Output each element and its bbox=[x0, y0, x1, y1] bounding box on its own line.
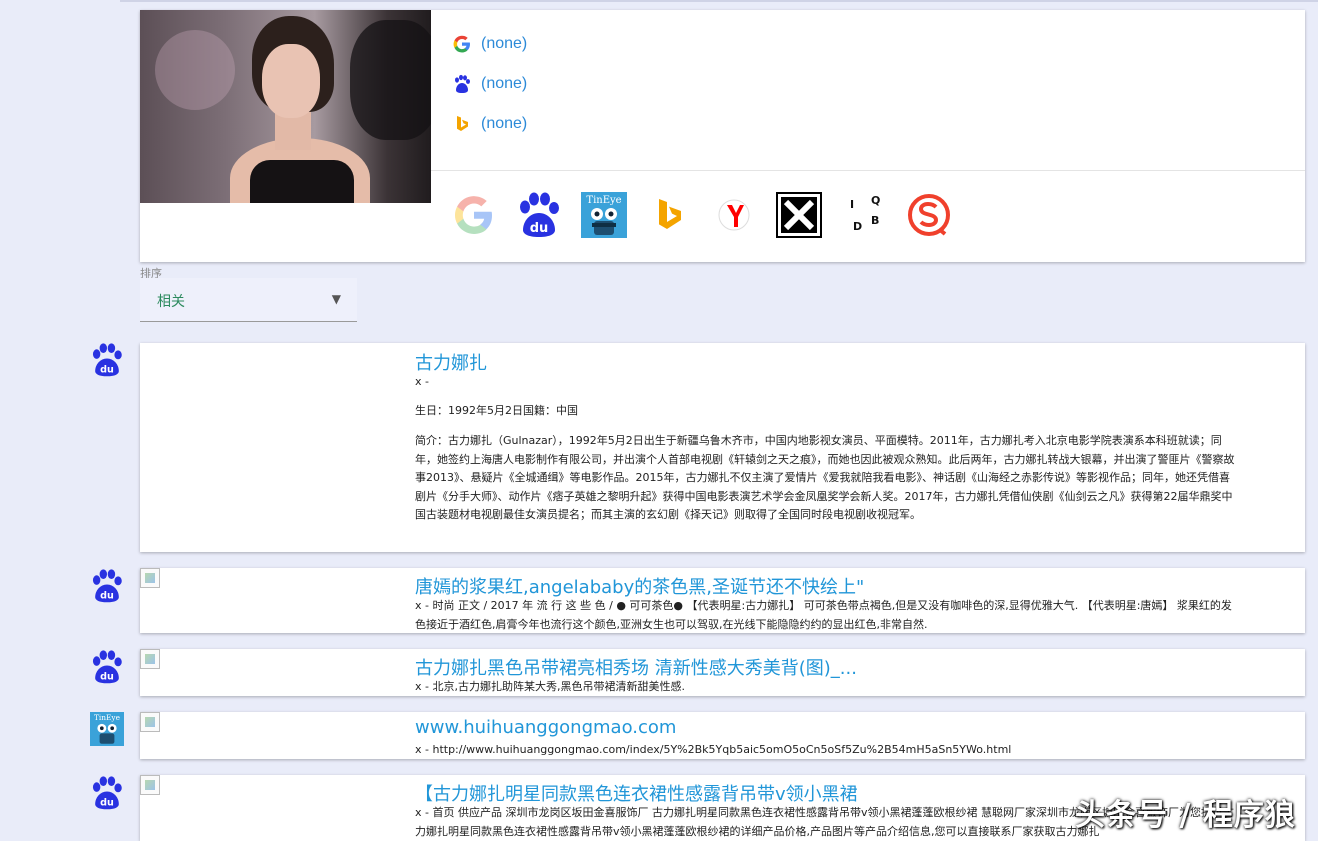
baidu-icon: du bbox=[90, 569, 124, 603]
broken-image-icon[interactable] bbox=[140, 712, 160, 732]
google-icon bbox=[451, 33, 473, 55]
baidu-logo-text: du bbox=[530, 221, 549, 236]
baidu-icon: du bbox=[90, 776, 124, 810]
baidu-logo-text: du bbox=[100, 365, 114, 376]
result-card: 古力娜扎 x - 生日：1992年5月2日国籍：中国 简介：古力娜扎（Gulna… bbox=[140, 343, 1305, 552]
result-meta: 生日：1992年5月2日国籍：中国 bbox=[415, 404, 578, 417]
engine-row-baidu: (none) bbox=[451, 73, 527, 95]
broken-image-icon[interactable] bbox=[140, 649, 160, 669]
engine-row-google: (none) bbox=[451, 33, 527, 55]
karma-decay-logo-icon[interactable] bbox=[776, 192, 822, 238]
baidu-logo-icon[interactable]: du bbox=[516, 192, 562, 238]
result-title[interactable]: 古力娜扎黑色吊带裙亮相秀场 清新性感大秀美背(图)_... bbox=[415, 654, 857, 680]
bing-icon bbox=[451, 113, 473, 135]
result-source: x - bbox=[415, 375, 429, 388]
baidu-logo-text: du bbox=[100, 591, 114, 602]
tineye-logo-icon[interactable]: TinEye bbox=[581, 192, 627, 238]
bing-result-link[interactable]: (none) bbox=[481, 115, 527, 133]
tineye-icon: TinEye bbox=[90, 712, 124, 746]
broken-image-icon[interactable] bbox=[140, 568, 160, 588]
tineye-logo-text: TinEye bbox=[94, 713, 120, 722]
iqdb-letter-d: D bbox=[853, 220, 862, 233]
result-description: x - 时尚 正文 / 2017 年 流 行 这 些 色 / ● 可可茶色● 【… bbox=[415, 599, 1232, 631]
google-result-link[interactable]: (none) bbox=[481, 35, 527, 53]
query-image[interactable] bbox=[140, 10, 431, 203]
result-card: www.huihuanggongmao.com x - http://www.h… bbox=[140, 712, 1305, 759]
baidu-icon: du bbox=[90, 343, 124, 377]
broken-image-icon[interactable] bbox=[140, 775, 160, 795]
baidu-logo-text: du bbox=[100, 798, 114, 809]
baidu-logo-text: du bbox=[100, 672, 114, 683]
divider bbox=[431, 170, 1305, 171]
result-title[interactable]: 【古力娜扎明星同款黑色连衣裙性感露背吊带v领小黑裙 bbox=[415, 780, 858, 806]
result-description: x - http://www.huihuanggongmao.com/index… bbox=[415, 743, 1012, 756]
sort-select[interactable]: 相关 ▼ bbox=[140, 278, 357, 322]
result-description: x - 北京,古力娜扎助阵某大秀,黑色吊带裙清新甜美性感. bbox=[415, 680, 685, 693]
yandex-logo-icon[interactable] bbox=[711, 192, 757, 238]
watermark: 头条号 / 程序狼 bbox=[1075, 798, 1296, 833]
tineye-logo-text: TinEye bbox=[586, 195, 621, 206]
top-border bbox=[120, 0, 1318, 2]
baidu-icon bbox=[451, 73, 473, 95]
baidu-result-link[interactable]: (none) bbox=[481, 75, 527, 93]
result-card: 唐嫣的浆果红,angelababy的茶色黑,圣诞节还不快绘上" x - 时尚 正… bbox=[140, 568, 1305, 633]
bing-logo-icon[interactable] bbox=[646, 192, 692, 238]
iqdb-letter-q: Q bbox=[871, 194, 880, 207]
result-description: 简介：古力娜扎（Gulnazar），1992年5月2日出生于新疆乌鲁木齐市，中国… bbox=[415, 434, 1235, 521]
google-logo-icon[interactable] bbox=[451, 192, 497, 238]
iqdb-letter-i: I bbox=[850, 198, 854, 211]
engine-row-bing: (none) bbox=[451, 113, 527, 135]
result-title[interactable]: 古力娜扎 bbox=[415, 349, 487, 375]
sort-value: 相关 bbox=[157, 294, 185, 310]
iqdb-letter-b: B bbox=[871, 214, 879, 227]
iqdb-logo-icon[interactable]: I Q D B bbox=[841, 192, 887, 238]
query-card: (none) (none) (none) du TinEye I Q D B bbox=[140, 10, 1305, 262]
search-services: du TinEye I Q D B bbox=[451, 191, 971, 239]
sogou-logo-icon[interactable] bbox=[906, 192, 952, 238]
dropdown-arrow-icon: ▼ bbox=[331, 292, 341, 306]
result-title[interactable]: 唐嫣的浆果红,angelababy的茶色黑,圣诞节还不快绘上" bbox=[415, 573, 864, 599]
result-title[interactable]: www.huihuanggongmao.com bbox=[415, 717, 676, 738]
result-card: 古力娜扎黑色吊带裙亮相秀场 清新性感大秀美背(图)_... x - 北京,古力娜… bbox=[140, 649, 1305, 696]
baidu-icon: du bbox=[90, 650, 124, 684]
